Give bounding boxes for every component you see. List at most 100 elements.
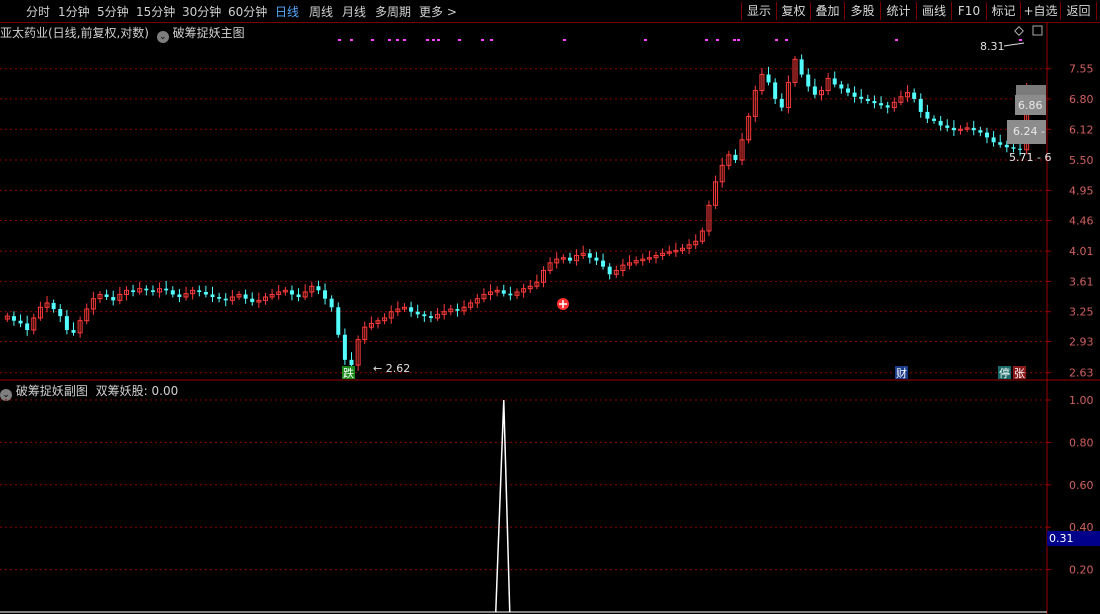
sub-y-tick-label: 1.00: [1069, 394, 1094, 407]
candle-body: [859, 96, 864, 99]
candle-body: [984, 132, 989, 138]
candle-body: [852, 92, 857, 97]
signal-dot: [775, 39, 778, 41]
candle-body: [217, 296, 222, 299]
candle-body: [316, 286, 321, 291]
sub-y-tick-label: 0.20: [1069, 564, 1094, 577]
cursor-value-label: 0.31: [1049, 532, 1074, 545]
candle-body: [177, 294, 182, 297]
candle-body: [329, 298, 334, 308]
candle-body: [918, 98, 923, 112]
candle-body: [164, 288, 169, 291]
signal-dot: [733, 39, 736, 41]
y-tick-label: 7.55: [1069, 63, 1094, 76]
candle-body: [806, 74, 811, 87]
y-tick-label: 6.80: [1069, 93, 1094, 106]
candle-body: [104, 294, 109, 297]
candle-body: [210, 294, 215, 297]
candle-body: [11, 316, 16, 321]
candle-body: [832, 78, 837, 85]
candle-body: [243, 294, 248, 299]
candle-body: [144, 288, 149, 291]
y-tick-label: 2.93: [1069, 336, 1094, 349]
candle-body: [978, 130, 983, 133]
candle-body: [872, 101, 877, 104]
candle-body: [289, 290, 294, 295]
candle-body: [567, 257, 572, 261]
candle-body: [58, 309, 63, 317]
candle-body: [971, 127, 976, 131]
signal-dot: [490, 39, 493, 41]
signal-dot: [396, 39, 399, 41]
sub-y-tick-label: 0.80: [1069, 436, 1094, 449]
candle-body: [938, 120, 943, 126]
candle-body: [150, 290, 155, 292]
signal-dot: [403, 39, 406, 41]
signal-dot: [785, 39, 788, 41]
candle-body: [951, 127, 956, 131]
candle-body: [250, 298, 255, 303]
signal-dot: [716, 39, 719, 41]
candle-body: [839, 84, 844, 89]
signal-dot: [895, 39, 898, 41]
low-marker-label: ← 2.62: [373, 362, 410, 375]
candle-body: [594, 257, 599, 261]
candle-body: [912, 92, 917, 99]
candle-body: [991, 137, 996, 143]
candle-body: [766, 74, 771, 83]
panel-toggle-icon: [1032, 25, 1043, 36]
signal-dot: [426, 39, 429, 41]
y-tick-label: 2.63: [1069, 367, 1094, 380]
signal-dot: [388, 39, 391, 41]
candle-body: [879, 103, 884, 106]
candle-body: [336, 307, 341, 335]
tag-ting: 停: [999, 366, 1010, 380]
high-marker-label: 8.31: [980, 40, 1005, 53]
y-tick-label: 3.61: [1069, 275, 1094, 288]
candle-body: [865, 98, 870, 102]
candle-body: [885, 105, 890, 108]
candle-body: [422, 314, 427, 317]
signal-dot: [563, 39, 566, 41]
signal-dot: [458, 39, 461, 41]
signal-dot: [705, 39, 708, 41]
candle-body: [131, 290, 136, 292]
signal-dot: [338, 39, 341, 41]
candle-body: [203, 291, 208, 295]
candle-body: [51, 302, 56, 310]
candle-body: [111, 296, 116, 301]
candle-body: [773, 82, 778, 99]
candle-body: [455, 309, 460, 311]
y-tick-label: 4.95: [1069, 184, 1094, 197]
tag-zhang: 张: [1014, 367, 1025, 380]
signal-dot: [1019, 39, 1022, 41]
price-box-lower-label: 6.24 -: [1013, 125, 1045, 138]
candle-body: [25, 323, 30, 330]
candle-body: [197, 290, 202, 292]
candle-body: [415, 311, 420, 315]
candle-body: [409, 307, 414, 312]
candle-body: [508, 293, 513, 296]
candle-body: [342, 334, 347, 360]
signal-dot: [644, 39, 647, 41]
signal-dot: [437, 39, 440, 41]
candle-body: [601, 260, 606, 267]
y-tick-label: 5.50: [1069, 154, 1094, 167]
candle-body: [1004, 144, 1009, 148]
candle-body: [587, 253, 592, 258]
high-marker-arrow: [1003, 42, 1025, 47]
candle-body: [296, 294, 301, 297]
sub-y-tick-label: 0.60: [1069, 479, 1094, 492]
kline-chart[interactable]: 7.55 6.80 6.12 5.50 4.95 4.46 4.01 3.61 3.25 2.93…: [0, 0, 1100, 614]
signal-dot: [432, 39, 435, 41]
candle-body: [71, 329, 76, 333]
candle-body: [1018, 148, 1023, 150]
candle-body: [733, 154, 738, 161]
signal-dot: [737, 39, 740, 41]
candle-body: [812, 86, 817, 95]
candle-body: [428, 316, 433, 318]
signal-dot: [350, 39, 353, 41]
candle-body: [945, 125, 950, 128]
y-tick-label: 4.46: [1069, 214, 1094, 227]
sub-spike: [495, 399, 511, 613]
